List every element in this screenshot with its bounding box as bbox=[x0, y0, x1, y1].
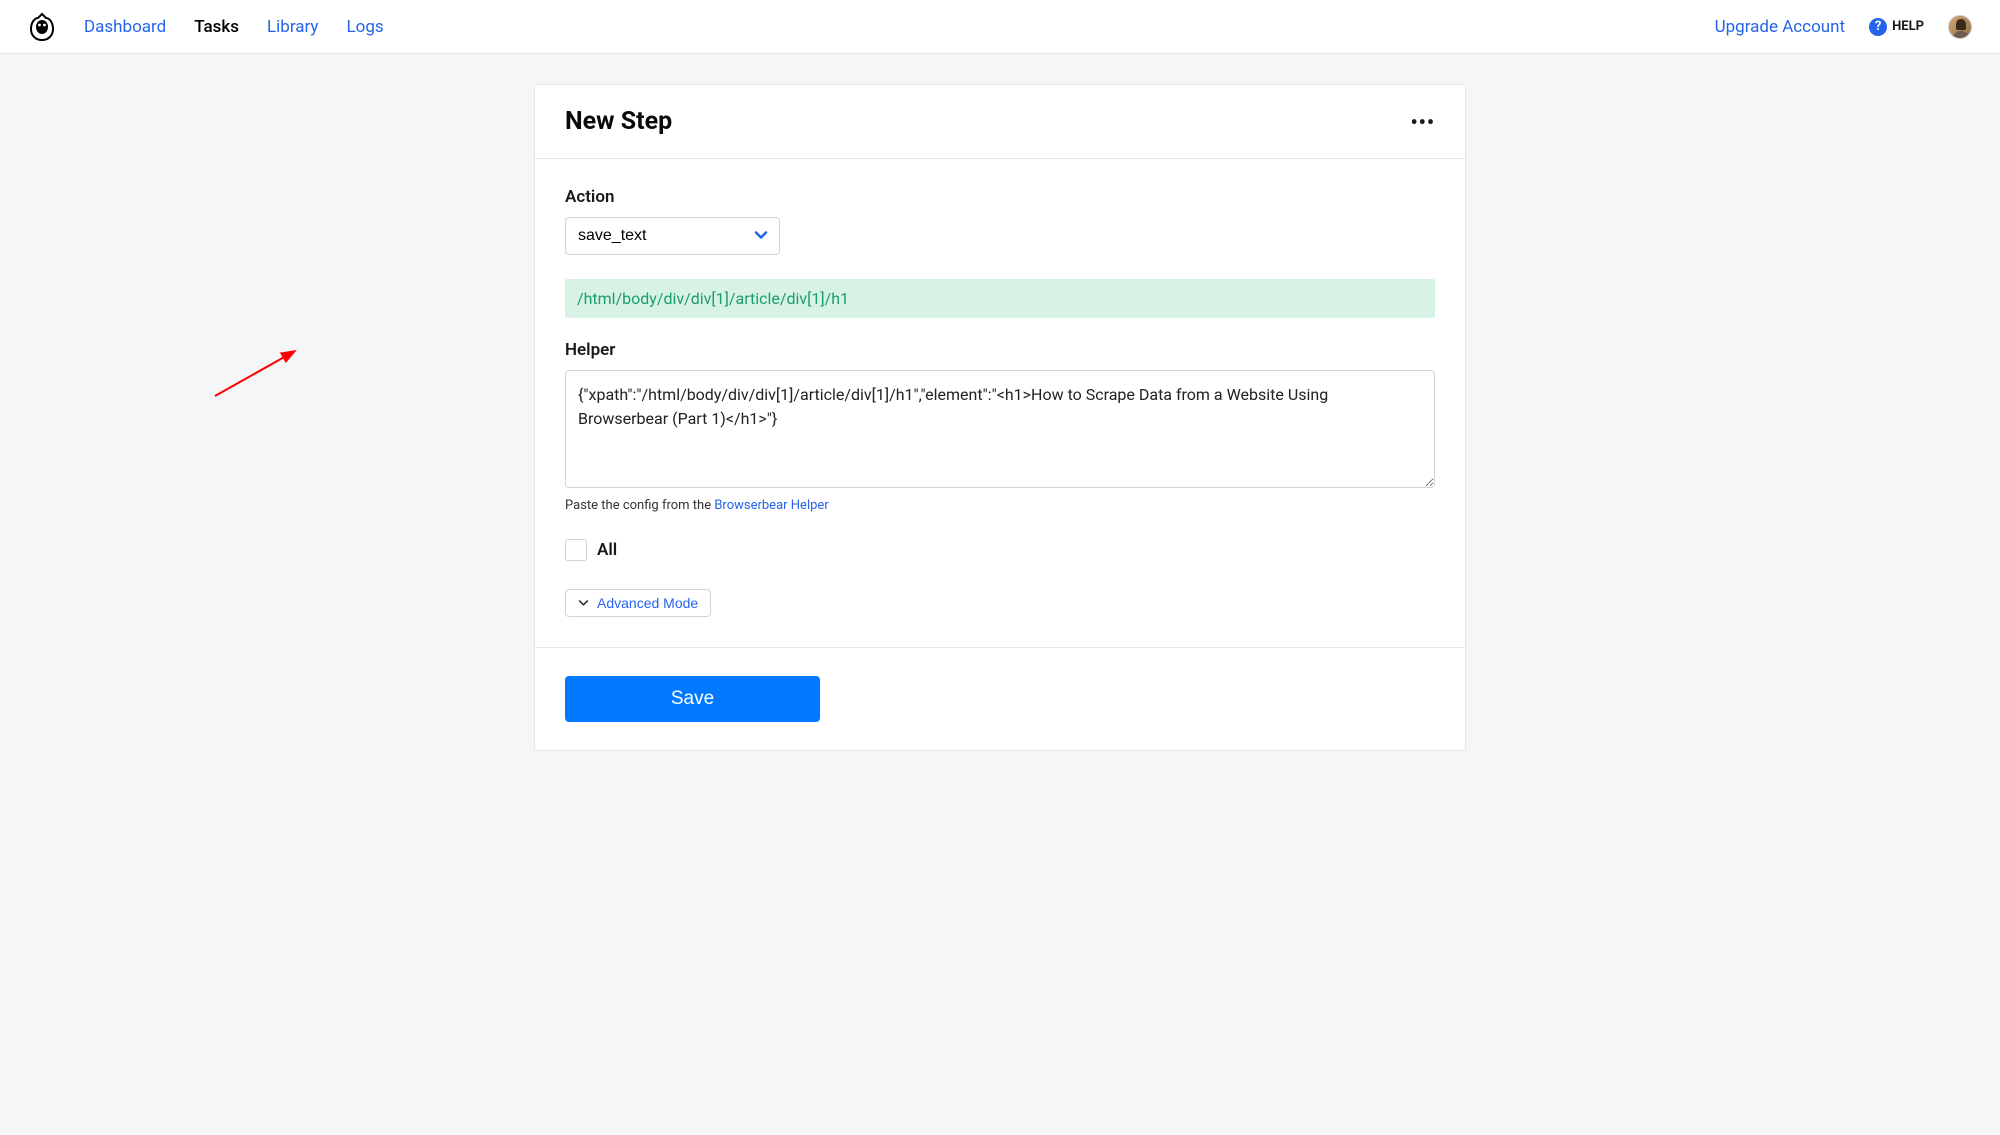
advanced-mode-label: Advanced Mode bbox=[597, 595, 698, 611]
card-footer: Save bbox=[535, 648, 1465, 750]
annotation-arrow-icon bbox=[210, 251, 310, 401]
new-step-card: New Step ••• Action /html/body/div/div[1… bbox=[534, 84, 1466, 751]
helper-textarea[interactable] bbox=[565, 370, 1435, 488]
all-checkbox[interactable] bbox=[565, 539, 587, 561]
nav-dashboard[interactable]: Dashboard bbox=[84, 17, 166, 37]
helper-label: Helper bbox=[565, 340, 1435, 360]
page-content: New Step ••• Action /html/body/div/div[1… bbox=[0, 54, 2000, 781]
action-select[interactable] bbox=[565, 217, 780, 255]
upgrade-account-link[interactable]: Upgrade Account bbox=[1715, 17, 1846, 37]
advanced-mode-button[interactable]: Advanced Mode bbox=[565, 589, 711, 617]
nav-tasks[interactable]: Tasks bbox=[194, 17, 239, 37]
help-label: HELP bbox=[1892, 19, 1924, 34]
top-nav: Dashboard Tasks Library Logs Upgrade Acc… bbox=[0, 0, 2000, 54]
nav-right: Upgrade Account ? HELP bbox=[1715, 15, 1972, 39]
more-menu-button[interactable]: ••• bbox=[1410, 110, 1435, 134]
advanced-row: Advanced Mode bbox=[565, 589, 1435, 617]
chevron-down-icon bbox=[578, 595, 589, 611]
helper-hint-text: Paste the config from the bbox=[565, 498, 714, 513]
action-select-wrap bbox=[565, 217, 780, 255]
card-body: Action /html/body/div/div[1]/article/div… bbox=[535, 159, 1465, 648]
save-button[interactable]: Save bbox=[565, 676, 820, 722]
nav-library[interactable]: Library bbox=[267, 17, 318, 37]
help-icon: ? bbox=[1869, 18, 1887, 36]
action-label: Action bbox=[565, 187, 1435, 207]
helper-hint-link[interactable]: Browserbear Helper bbox=[714, 498, 828, 513]
nav-links: Dashboard Tasks Library Logs bbox=[84, 17, 384, 37]
card-title: New Step bbox=[565, 107, 672, 136]
help-button[interactable]: ? HELP bbox=[1869, 18, 1924, 36]
nav-left: Dashboard Tasks Library Logs bbox=[28, 13, 384, 41]
xpath-banner: /html/body/div/div[1]/article/div[1]/h1 bbox=[565, 279, 1435, 318]
helper-hint: Paste the config from the Browserbear He… bbox=[565, 498, 1435, 513]
card-header: New Step ••• bbox=[535, 85, 1465, 159]
user-avatar[interactable] bbox=[1948, 15, 1972, 39]
nav-logs[interactable]: Logs bbox=[346, 17, 383, 37]
app-logo[interactable] bbox=[28, 13, 56, 41]
all-checkbox-label: All bbox=[597, 540, 617, 560]
all-checkbox-row: All bbox=[565, 539, 1435, 561]
